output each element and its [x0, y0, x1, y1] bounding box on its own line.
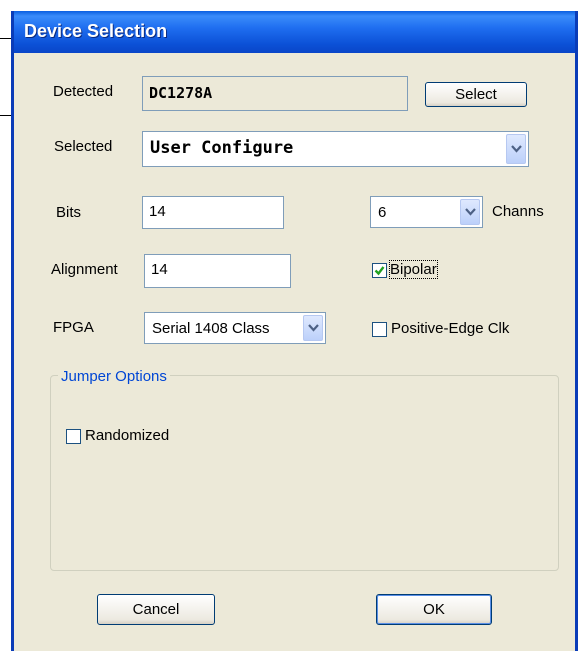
ok-button[interactable]: OK	[376, 594, 492, 625]
alignment-input[interactable]: 14	[144, 254, 291, 288]
selected-combo[interactable]: User Configure	[142, 131, 529, 167]
chevron-down-icon	[308, 324, 319, 332]
select-button-label: Select	[455, 86, 497, 103]
bits-label: Bits	[56, 204, 82, 221]
device-selection-dialog: Device Selection Detected DC1278A Select…	[11, 11, 578, 651]
randomized-checkbox[interactable]	[66, 429, 81, 444]
cancel-button-label: Cancel	[132, 601, 180, 618]
fpga-combo-value: Serial 1408 Class	[152, 320, 270, 337]
channels-combo-value: 6	[378, 204, 387, 221]
randomized-label[interactable]: Randomized	[85, 427, 169, 444]
jumper-options-legend: Jumper Options	[58, 368, 170, 385]
detected-label: Detected	[53, 83, 114, 100]
ok-button-label: OK	[423, 601, 445, 618]
chevron-down-icon	[511, 145, 522, 153]
selected-dropdown-button[interactable]	[506, 134, 526, 164]
bipolar-checkbox[interactable]	[372, 263, 387, 278]
chevron-down-icon	[465, 208, 476, 216]
channels-label: Channs	[492, 203, 544, 220]
fpga-combo[interactable]: Serial 1408 Class	[144, 312, 326, 344]
positive-edge-clk-label[interactable]: Positive-Edge Clk	[391, 320, 509, 337]
alignment-label: Alignment	[51, 261, 118, 278]
window-title: Device Selection	[24, 21, 168, 41]
channels-combo[interactable]: 6	[370, 196, 483, 228]
title-bar[interactable]: Device Selection	[14, 11, 575, 53]
cancel-button[interactable]: Cancel	[97, 594, 215, 625]
positive-edge-clk-checkbox[interactable]	[372, 322, 387, 337]
checkmark-icon	[374, 266, 385, 276]
fpga-label: FPGA	[53, 319, 94, 336]
bits-input[interactable]: 14	[142, 196, 284, 229]
selected-combo-value: User Configure	[150, 138, 294, 158]
detected-value-field: DC1278A	[142, 76, 408, 111]
fpga-dropdown-button[interactable]	[303, 315, 323, 341]
channels-dropdown-button[interactable]	[460, 199, 480, 225]
jumper-options-group	[50, 375, 559, 571]
selected-label: Selected	[54, 138, 113, 155]
select-button[interactable]: Select	[425, 82, 527, 107]
bipolar-label[interactable]: Bipolar	[389, 260, 438, 279]
